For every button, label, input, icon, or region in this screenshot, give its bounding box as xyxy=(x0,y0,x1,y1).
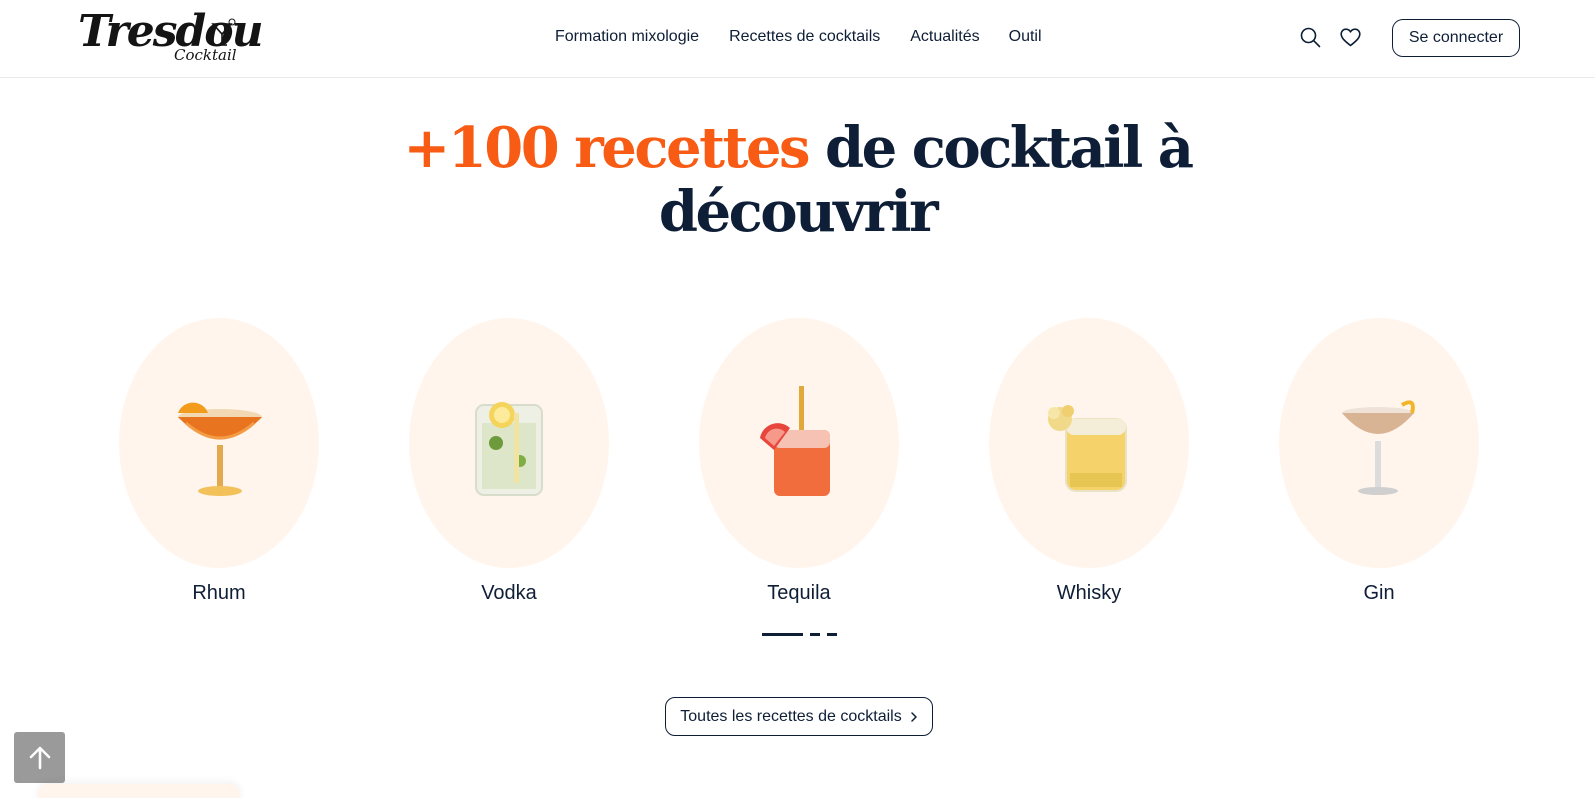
category-whisky[interactable]: Whisky xyxy=(989,318,1189,606)
title-accent: +100 recettes xyxy=(403,115,810,181)
category-label: Whisky xyxy=(1056,582,1122,604)
category-label: Vodka xyxy=(481,582,537,604)
heart-icon xyxy=(1339,27,1361,46)
category-tequila[interactable]: Tequila xyxy=(699,318,899,606)
nav-actualites[interactable]: Actualités xyxy=(910,26,979,48)
category-label: Rhum xyxy=(192,582,246,604)
pager-dash-1[interactable] xyxy=(762,633,803,636)
vodka-cocktail-image xyxy=(475,402,543,496)
nav-recettes-cocktails[interactable]: Recettes de cocktails xyxy=(729,26,880,48)
tequila-cocktail-image xyxy=(760,386,830,496)
all-recipes-label: Toutes les recettes de cocktails xyxy=(680,707,902,725)
category-image-container xyxy=(699,318,899,568)
pager-dash-2[interactable] xyxy=(810,633,820,636)
site-logo[interactable]: Tresdou Cocktail xyxy=(78,6,264,72)
pager-dash-3[interactable] xyxy=(827,633,837,636)
back-to-top-button[interactable] xyxy=(14,732,65,783)
gin-cocktail-image xyxy=(1342,400,1415,495)
partial-card xyxy=(38,784,240,798)
arrow-up-icon xyxy=(29,746,50,769)
favorites-button[interactable] xyxy=(1337,24,1363,50)
category-image-container xyxy=(119,318,319,568)
rum-cocktail-image xyxy=(178,402,262,496)
category-image-container xyxy=(989,318,1189,568)
site-header: Tresdou Cocktail Formation mixologie Rec… xyxy=(0,0,1595,78)
all-recipes-button[interactable]: Toutes les recettes de cocktails xyxy=(665,697,933,736)
search-button[interactable] xyxy=(1297,24,1323,50)
category-image-container xyxy=(409,318,609,568)
nav-formation-mixologie[interactable]: Formation mixologie xyxy=(555,26,699,48)
search-icon xyxy=(1300,27,1320,47)
category-rhum[interactable]: Rhum xyxy=(119,318,319,606)
whisky-cocktail-image xyxy=(1048,405,1127,492)
category-label: Gin xyxy=(1363,582,1395,604)
logo-subtitle: Cocktail xyxy=(174,46,237,64)
title-line2: découvrir xyxy=(658,179,939,245)
category-image-container xyxy=(1279,318,1479,568)
category-label: Tequila xyxy=(767,582,831,604)
category-vodka[interactable]: Vodka xyxy=(409,318,609,606)
category-gin[interactable]: Gin xyxy=(1279,318,1479,606)
chevron-right-icon xyxy=(910,711,917,722)
main-nav: Formation mixologie Recettes de cocktail… xyxy=(555,26,1042,48)
title-rest: de cocktail à xyxy=(807,115,1194,181)
page-title: +100 recettes de cocktail à découvrir xyxy=(0,116,1595,244)
carousel-pager xyxy=(762,633,837,636)
login-button[interactable]: Se connecter xyxy=(1392,19,1520,57)
nav-outil[interactable]: Outil xyxy=(1009,26,1042,48)
martini-glass-icon xyxy=(211,18,236,46)
